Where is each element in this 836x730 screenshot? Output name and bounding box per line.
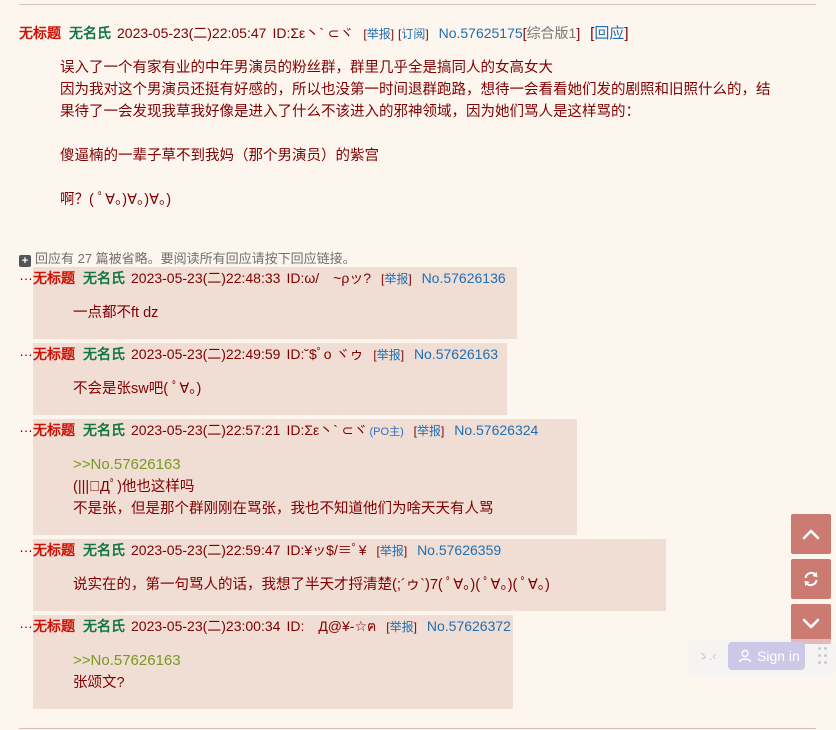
post-number-link[interactable]: No.57626136 xyxy=(422,270,506,286)
refresh-button[interactable] xyxy=(791,559,831,599)
reply-header: 无标题 无名氏 2023-05-23(二)23:00:34 ID: Д@¥-☆ฅ [举… xyxy=(33,618,511,634)
face-emoticon: ゝ.‹ xyxy=(697,649,717,663)
post-time: 2023-05-23(二)22:48:33 xyxy=(131,270,281,286)
reply-box: 无标题 无名氏 2023-05-23(二)22:49:59 ID:˘$ﾟo ヾゥ [举… xyxy=(33,343,507,415)
report-link[interactable]: 举报 xyxy=(367,27,391,41)
poster-name: 无名氏 xyxy=(83,346,125,362)
reply-box: 无标题 无名氏 2023-05-23(二)22:48:33 ID:ω/ ~ρッ? [举… xyxy=(33,267,517,339)
poster-name: 无名氏 xyxy=(69,25,111,41)
post-title: 无标题 xyxy=(33,422,75,438)
poster-name: 无名氏 xyxy=(83,618,125,634)
post-time: 2023-05-23(二)22:49:59 xyxy=(131,346,281,362)
poster-id: ID:Σε丶` ⊂ヾ xyxy=(286,422,368,438)
sign-in-label: Sign in xyxy=(757,648,800,664)
post-title: 无标题 xyxy=(33,542,75,558)
report-link[interactable]: 举报 xyxy=(380,544,404,558)
scroll-bottom-button[interactable] xyxy=(791,604,831,644)
board-category[interactable]: 综合版1 xyxy=(527,25,577,41)
reply-body: >>No.57626163 张颂文? xyxy=(73,650,181,694)
reply-header: 无标题 无名氏 2023-05-23(二)22:49:59 ID:˘$ﾟo ヾゥ [举… xyxy=(33,346,499,362)
post-number-link[interactable]: No.57625175 xyxy=(439,25,523,41)
sign-in-button[interactable]: Sign in xyxy=(728,642,805,670)
quote-link[interactable]: >>No.57626163 xyxy=(73,650,181,672)
post-time: 2023-05-23(二)22:59:47 xyxy=(131,542,281,558)
subscribe-link[interactable]: 订阅 xyxy=(401,27,425,41)
reply-box: 无标题 无名氏 2023-05-23(二)23:00:34 ID: Д@¥-☆ฅ [举… xyxy=(33,615,513,709)
reply-line: 一点都不ft dz xyxy=(73,305,159,321)
ellipsis: … xyxy=(19,419,33,435)
reply-body: 不会是张sw吧( ﾟ∀。) xyxy=(73,378,201,400)
ellipsis: … xyxy=(19,539,33,555)
reply-header: 无标题 无名氏 2023-05-23(二)22:57:21 ID:Σε丶` ⊂ヾ (PO… xyxy=(33,422,539,438)
post-title: 无标题 xyxy=(33,270,75,286)
reply-box: 无标题 无名氏 2023-05-23(二)22:57:21 ID:Σε丶` ⊂ヾ (PO… xyxy=(33,419,577,535)
reply-box: 无标题 无名氏 2023-05-23(二)22:59:47 ID:¥ッ$/≡ﾟ¥ [举… xyxy=(33,539,666,611)
report-link[interactable]: 举报 xyxy=(390,620,414,634)
drag-handle-icon[interactable] xyxy=(818,647,828,665)
report-link[interactable]: 举报 xyxy=(417,424,441,438)
quote-link[interactable]: >>No.57626163 xyxy=(73,454,494,476)
po-badge: (PO主) xyxy=(369,426,404,438)
reply-body: >>No.57626163 (|||ﾟДﾟ)他也这样吗 不是张，但是那个群刚刚在… xyxy=(73,454,494,520)
omitted-text: 回应有 27 篇被省略。要阅读所有回应请按下回应链接。 xyxy=(35,251,356,266)
ellipsis: … xyxy=(19,267,33,283)
poster-name: 无名氏 xyxy=(83,542,125,558)
post-time: 2023-05-23(二)22:57:21 xyxy=(131,422,281,438)
post-time: 2023-05-23(二)22:05:47 xyxy=(117,25,267,41)
reply-body: 一点都不ft dz xyxy=(73,302,158,324)
poster-id: ID:ω/ ~ρッ? xyxy=(286,270,372,286)
post-number-link[interactable]: No.57626324 xyxy=(454,422,538,438)
user-icon xyxy=(738,649,752,663)
reply-line: 不是张，但是那个群刚刚在骂张，我也不知道他们为啥天天有人骂 xyxy=(73,501,494,517)
reply-line: 张颂文? xyxy=(73,675,125,691)
bottom-divider xyxy=(19,728,816,729)
report-link[interactable]: 举报 xyxy=(384,272,408,286)
poster-name: 无名氏 xyxy=(83,270,125,286)
reply-body: 说实在的，第一句骂人的话，我想了半天才捋清楚(;´ゥ`)7( ﾟ∀。)( ﾟ∀。… xyxy=(73,574,550,596)
reply-line: (|||ﾟДﾟ)他也这样吗 xyxy=(73,479,195,495)
body-line: 啊？( ﾟ∀。)∀。)∀。) xyxy=(60,192,172,208)
post-number-link[interactable]: No.57626359 xyxy=(417,542,501,558)
post-title: 无标题 xyxy=(19,25,61,41)
thread-header: 无标题 无名氏 2023-05-23(二)22:05:47 ID:Σε丶` ⊂ヾ [举… xyxy=(19,25,629,42)
poster-id: ID:Σε丶` ⊂ヾ xyxy=(272,25,354,41)
post-title: 无标题 xyxy=(33,618,75,634)
scroll-top-button[interactable] xyxy=(791,514,831,554)
post-number-link[interactable]: No.57626163 xyxy=(414,346,498,362)
post-title: 无标题 xyxy=(33,346,75,362)
reply-header: 无标题 无名氏 2023-05-23(二)22:48:33 ID:ω/ ~ρッ? [举… xyxy=(33,270,506,286)
omitted-replies-notice: + 回应有 27 篇被省略。要阅读所有回应请按下回应链接。 xyxy=(19,248,356,267)
ellipsis: … xyxy=(19,615,33,631)
expand-icon[interactable]: + xyxy=(19,255,31,267)
body-line: 傻逼楠的一辈子草不到我妈（那个男演员）的紫宫 xyxy=(60,148,379,164)
poster-id: ID:¥ッ$/≡ﾟ¥ xyxy=(286,542,367,558)
reply-header: 无标题 无名氏 2023-05-23(二)22:59:47 ID:¥ッ$/≡ﾟ¥ [举… xyxy=(33,542,502,558)
body-line: 因为我对这个男演员还挺有好感的，所以也没第一时间退群跑路，想待一会看看她们发的剧… xyxy=(60,82,771,120)
top-divider xyxy=(19,4,816,5)
body-line: 误入了一个有家有业的中年男演员的粉丝群，群里几乎全是搞同人的女高女大 xyxy=(60,60,553,76)
refresh-icon xyxy=(804,571,818,587)
report-link[interactable]: 举报 xyxy=(377,348,401,362)
thread-body: 误入了一个有家有业的中年男演员的粉丝群，群里几乎全是搞同人的女高女大 因为我对这… xyxy=(60,57,780,211)
ellipsis: … xyxy=(19,343,33,359)
poster-id: ID:˘$ﾟo ヾゥ xyxy=(286,346,364,362)
poster-id: ID: Д@¥-☆ฅ xyxy=(286,618,377,634)
reply-link[interactable]: 回应 xyxy=(594,25,624,42)
chevron-up-icon xyxy=(802,529,820,540)
post-time: 2023-05-23(二)23:00:34 xyxy=(131,618,281,634)
reply-line: 说实在的，第一句骂人的话，我想了半天才捋清楚(;´ゥ`)7( ﾟ∀。)( ﾟ∀。… xyxy=(73,577,550,593)
chevron-down-icon xyxy=(802,618,820,629)
reply-line: 不会是张sw吧( ﾟ∀。) xyxy=(73,381,202,397)
post-number-link[interactable]: No.57626372 xyxy=(427,618,511,634)
poster-name: 无名氏 xyxy=(83,422,125,438)
